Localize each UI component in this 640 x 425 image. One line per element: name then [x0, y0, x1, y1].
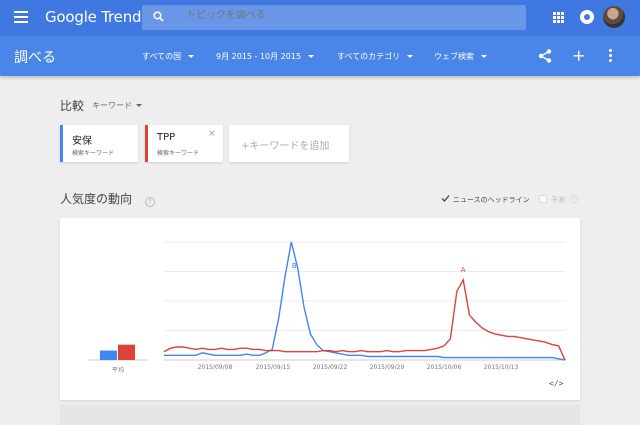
add-keyword-label: +キーワードを追加 — [241, 141, 330, 152]
series-line-1 — [163, 277, 566, 361]
help-icon[interactable]: ? — [145, 197, 155, 207]
filter-category[interactable]: すべてのカテゴリ — [337, 51, 414, 62]
x-tick-label: 2015/10/06 — [427, 364, 462, 371]
average-label: 平均 — [112, 366, 124, 374]
dropdown-caret-icon — [188, 55, 195, 58]
next-section-card — [60, 405, 580, 425]
search-input[interactable] — [186, 10, 506, 21]
news-headlines-label: ニュースのヘッドライン — [453, 196, 530, 204]
filter-category-label: すべてのカテゴリ — [337, 52, 401, 61]
filter-region[interactable]: すべての国 — [142, 51, 195, 62]
add-keyword-button[interactable]: +キーワードを追加 — [229, 125, 349, 162]
filter-time-range[interactable]: 9月 2015 - 10月 2015 — [216, 51, 315, 62]
keyword-term: TPP — [157, 132, 176, 143]
keyword-color-stripe — [60, 125, 63, 162]
top-app-bar: Google Trends — [0, 0, 640, 36]
keyword-card-tpp[interactable]: TPP 検索キーワード × — [145, 125, 223, 162]
share-icon[interactable] — [538, 49, 552, 63]
x-tick-label: 2015/09/29 — [370, 364, 405, 371]
account-avatar[interactable] — [603, 6, 625, 28]
dropdown-caret-icon — [308, 55, 315, 58]
google-trends-logo[interactable]: Google Trends — [45, 8, 149, 26]
x-tick-label: 2015/09/22 — [313, 364, 348, 371]
x-tick-label: 2015/09/08 — [198, 364, 233, 371]
x-tick-label: 2015/10/13 — [484, 364, 519, 371]
average-bar-1 — [118, 344, 135, 360]
news-headlines-checkbox[interactable] — [441, 194, 450, 203]
embed-icon[interactable]: </> — [549, 379, 563, 388]
average-bar-0 — [100, 350, 117, 360]
notifications-icon[interactable] — [580, 10, 594, 24]
keyword-type: 検索キーワード — [157, 150, 200, 157]
page-title: 調べる — [14, 50, 56, 66]
forecast-label: 予測 — [551, 196, 565, 204]
menu-icon[interactable] — [14, 11, 28, 23]
filter-region-label: すべての国 — [142, 52, 182, 61]
interest-chart-card: 平均 B A 2015/09/08 2015/09/15 2015/09/22 2015/0… — [60, 218, 580, 400]
dropdown-caret-icon — [136, 104, 142, 107]
forecast-checkbox[interactable] — [539, 195, 547, 203]
apps-grid-icon[interactable] — [553, 12, 564, 23]
search-box[interactable] — [142, 5, 526, 30]
interest-over-time-chart[interactable]: 平均 B A 2015/09/08 2015/09/15 2015/09/22 2015/0… — [60, 218, 580, 400]
explore-toolbar: 調べる すべての国 9月 2015 - 10月 2015 すべてのカテゴリ ウェ… — [0, 36, 640, 76]
interest-over-time-title: 人気度の動向 — [60, 192, 133, 206]
dropdown-caret-icon — [481, 55, 487, 58]
keyword-color-stripe — [145, 125, 148, 162]
filter-search-type-label: ウェブ検索 — [434, 52, 474, 61]
news-annotation-B: B — [292, 262, 297, 270]
close-icon[interactable]: × — [208, 129, 216, 139]
keyword-type: 検索キーワード — [72, 150, 115, 157]
filter-time-range-label: 9月 2015 - 10月 2015 — [216, 52, 302, 61]
keyword-card-anpo[interactable]: 安保 検索キーワード — [60, 125, 138, 162]
news-annotation-A: A — [461, 266, 466, 274]
add-icon[interactable]: + — [572, 48, 585, 64]
compare-mode-label: キーワード — [92, 101, 132, 110]
search-icon[interactable] — [153, 11, 164, 22]
compare-mode-dropdown[interactable]: キーワード — [92, 100, 142, 111]
more-vert-icon[interactable] — [609, 49, 613, 63]
forecast-help-icon[interactable]: ? — [570, 195, 578, 203]
dropdown-caret-icon — [407, 55, 414, 58]
x-tick-label: 2015/09/15 — [256, 364, 291, 371]
keyword-term: 安保 — [72, 136, 92, 147]
compare-title: 比較 — [60, 99, 85, 113]
filter-search-type[interactable]: ウェブ検索 — [434, 51, 487, 62]
